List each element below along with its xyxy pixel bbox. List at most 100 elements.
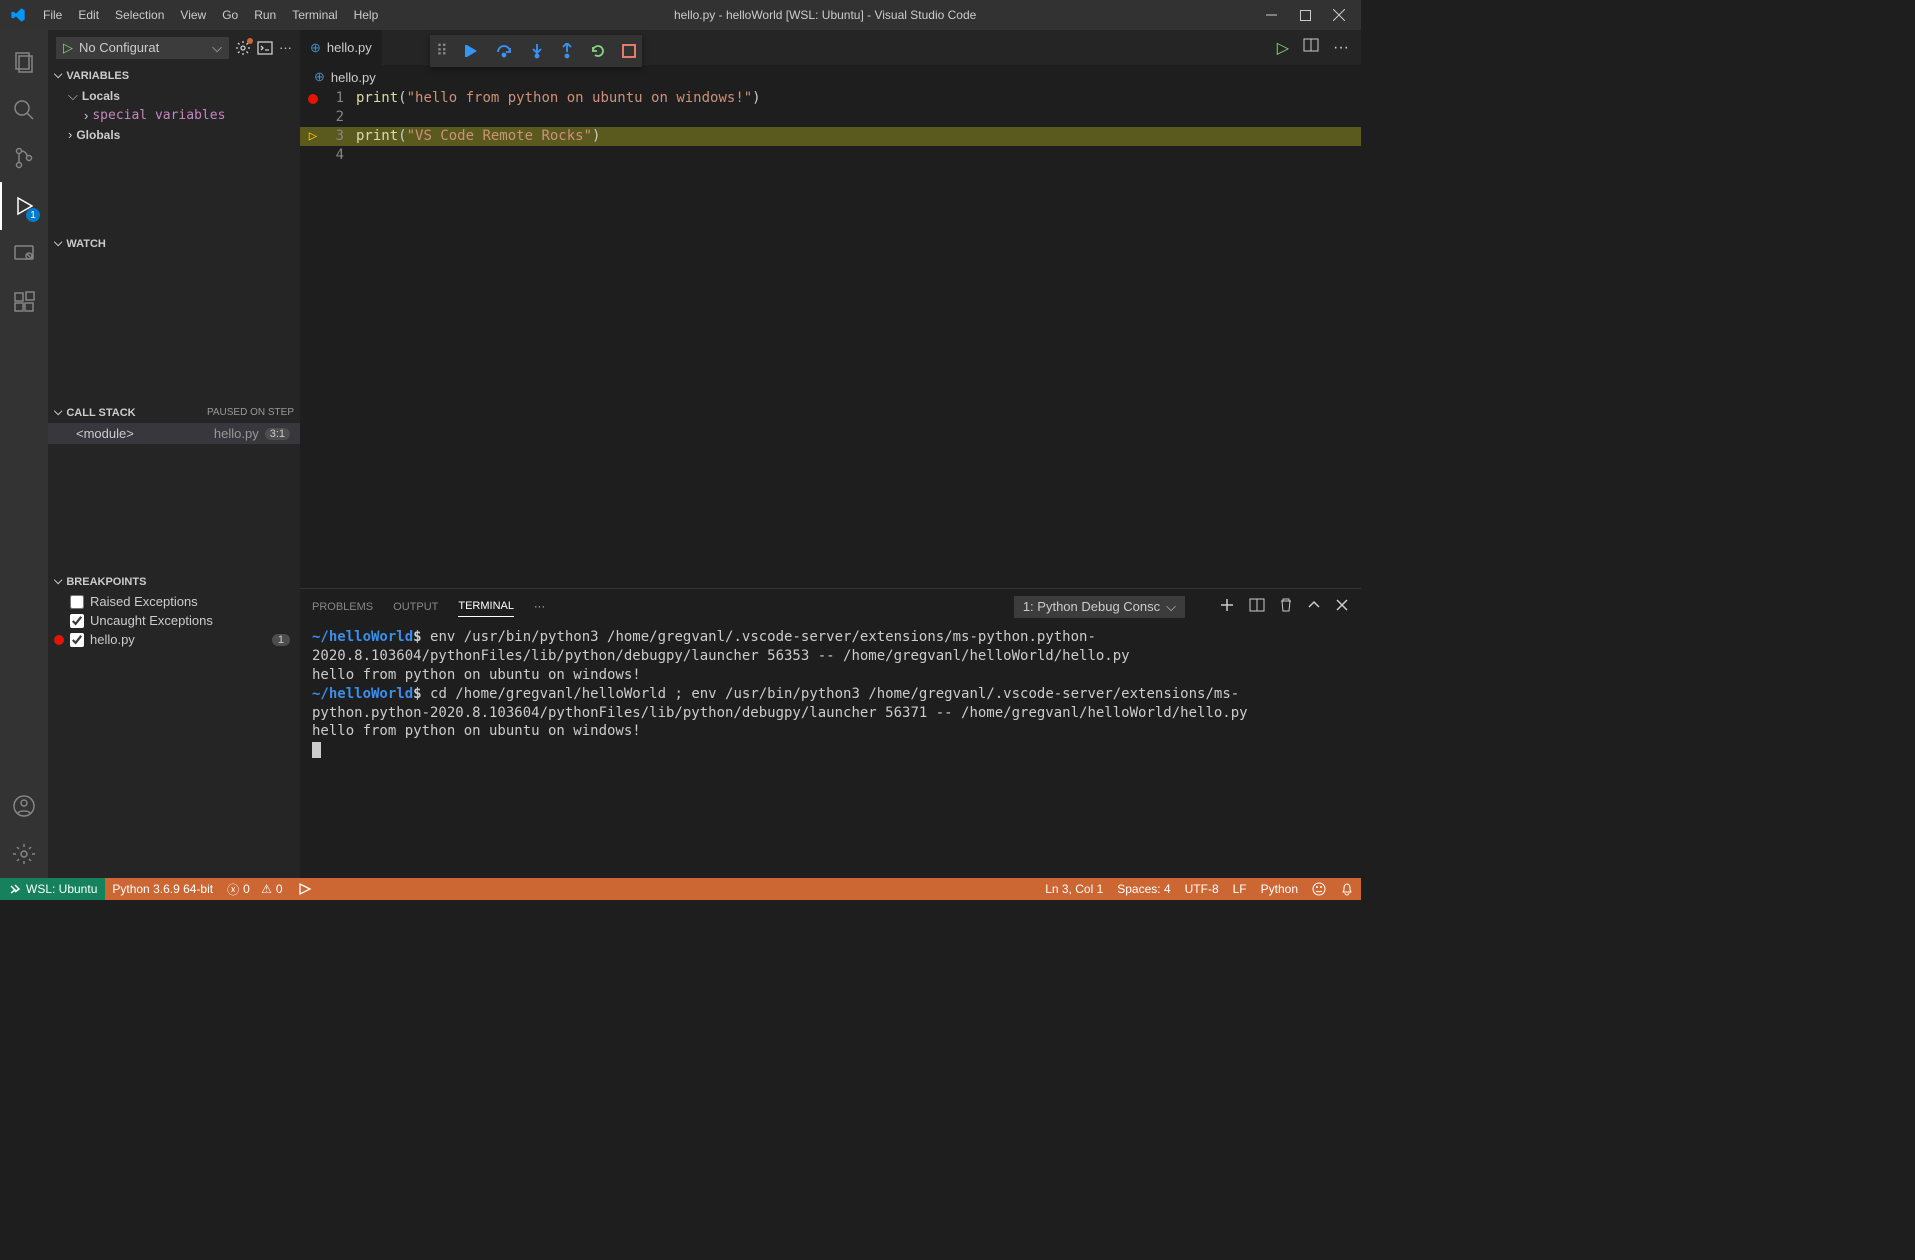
editor-area: ⊕ hello.py ▷ ··· ⊕ hello.py 1 print("hel… [300,30,1361,878]
line-number: 3 [326,127,356,146]
remote-icon [8,881,22,898]
run-file-icon[interactable]: ▷ [1277,38,1289,58]
menu-terminal[interactable]: Terminal [284,8,345,22]
tab-label: hello.py [327,40,372,55]
menu-go[interactable]: Go [214,8,246,22]
breakpoint-file[interactable]: hello.py1 [48,630,300,649]
status-errors[interactable]: ⓧ0 ⚠0 [220,878,290,900]
debug-sidebar: ▷ No Configurat ⌵ ··· ⌵ VARIABLES ⌵Local… [48,30,300,878]
panel-tab-output[interactable]: OUTPUT [393,597,438,617]
activity-explorer-icon[interactable] [0,38,48,86]
more-icon[interactable]: ··· [534,601,545,613]
code-editor[interactable]: 1 print("hello from python on ubuntu on … [300,89,1361,588]
panel-tab-terminal[interactable]: TERMINAL [458,596,514,617]
frame-file: hello.py [214,426,259,441]
status-feedback-icon[interactable] [1305,878,1333,900]
debug-toolbar[interactable]: ⠿ [430,35,642,67]
gear-icon[interactable] [235,40,251,56]
breakpoints-section-header[interactable]: ⌵ BREAKPOINTS [48,571,300,592]
breadcrumb-file: hello.py [331,70,376,85]
menu-selection[interactable]: Selection [107,8,172,22]
panel-tab-problems[interactable]: PROBLEMS [312,597,373,617]
debug-console-icon[interactable] [257,40,273,56]
line-number: 4 [326,146,356,165]
variables-section-header[interactable]: ⌵ VARIABLES [48,65,300,86]
close-panel-icon[interactable] [1335,598,1349,615]
menu-view[interactable]: View [172,8,214,22]
activity-search-icon[interactable] [0,86,48,134]
status-debug-start-icon[interactable] [290,878,320,900]
watch-label: WATCH [66,238,106,250]
status-python[interactable]: Python 3.6.9 64-bit [105,878,220,900]
breakpoint-dot-icon[interactable] [308,94,318,104]
debug-config-dropdown[interactable]: ▷ No Configurat ⌵ [56,37,229,59]
warning-icon: ⚠ [261,882,272,896]
activity-accounts-icon[interactable] [0,782,48,830]
status-encoding[interactable]: UTF-8 [1178,878,1226,900]
debug-config-label: No Configurat [79,40,159,55]
continue-icon[interactable] [464,43,480,59]
breadcrumb[interactable]: ⊕ hello.py [300,65,1361,89]
restart-icon[interactable] [590,43,606,59]
paused-label: PAUSED ON STEP [207,407,294,418]
step-out-icon[interactable] [560,43,574,59]
watch-section-header[interactable]: ⌵ WATCH [48,233,300,254]
statusbar: WSL: Ubuntu Python 3.6.9 64-bit ⓧ0 ⚠0 Ln… [0,878,1361,900]
new-terminal-icon[interactable] [1219,597,1235,616]
menu-run[interactable]: Run [246,8,284,22]
activity-remote-icon[interactable] [0,230,48,278]
terminal-selector[interactable]: 1: Python Debug Consc⌵ [1014,596,1185,618]
breakpoint-raised[interactable]: Raised Exceptions [48,592,300,611]
window-maximize-icon[interactable] [1298,10,1312,21]
status-position[interactable]: Ln 3, Col 1 [1038,878,1110,900]
activity-settings-icon[interactable] [0,830,48,878]
activity-debug-icon[interactable]: 1 [0,182,48,230]
chevron-down-icon: ⌵ [212,40,222,56]
chevron-down-icon: ⌵ [54,237,62,250]
checkbox[interactable] [70,595,84,609]
status-language[interactable]: Python [1254,878,1305,900]
breakpoint-count: 1 [272,634,290,646]
chevron-down-icon: ⌵ [54,69,62,82]
window-close-icon[interactable] [1332,9,1346,21]
terminal-cursor [312,742,321,758]
variable-scope-locals[interactable]: ⌵Locals [48,86,300,106]
maximize-panel-icon[interactable] [1307,598,1321,615]
error-icon: ⓧ [227,881,239,898]
split-editor-icon[interactable] [1303,37,1319,58]
step-over-icon[interactable] [496,43,514,59]
menu-help[interactable]: Help [346,8,387,22]
callstack-section-header[interactable]: ⌵ CALL STACK PAUSED ON STEP [48,402,300,423]
callstack-label: CALL STACK [66,407,135,419]
line-number: 1 [326,89,356,108]
kill-terminal-icon[interactable] [1279,597,1293,616]
status-notifications-icon[interactable] [1333,878,1361,900]
python-file-icon: ⊕ [310,40,321,56]
breakpoint-uncaught[interactable]: Uncaught Exceptions [48,611,300,630]
stop-icon[interactable] [622,44,636,58]
more-icon[interactable]: ··· [279,40,292,55]
editor-tab-hello[interactable]: ⊕ hello.py [300,30,383,65]
window-minimize-icon[interactable] [1264,10,1278,21]
variable-scope-globals[interactable]: ›Globals [48,125,300,144]
menu-file[interactable]: File [35,8,70,22]
callstack-frame[interactable]: <module> hello.py 3:1 [48,423,300,444]
drag-grip-icon[interactable]: ⠿ [436,41,448,61]
bottom-panel: PROBLEMS OUTPUT TERMINAL ··· 1: Python D… [300,588,1361,878]
status-spaces[interactable]: Spaces: 4 [1110,878,1177,900]
terminal-content[interactable]: ~/helloWorld$ env /usr/bin/python3 /home… [300,624,1361,878]
activity-sourcecontrol-icon[interactable] [0,134,48,182]
menu-edit[interactable]: Edit [70,8,107,22]
status-eol[interactable]: LF [1226,878,1254,900]
checkbox[interactable] [70,633,84,647]
frame-name: <module> [58,426,214,441]
variable-special[interactable]: ›special variables [48,106,300,125]
status-remote[interactable]: WSL: Ubuntu [0,878,105,900]
chevron-down-icon: ⌵ [68,88,78,104]
step-into-icon[interactable] [530,43,544,59]
python-file-icon: ⊕ [314,69,325,85]
activity-extensions-icon[interactable] [0,278,48,326]
more-icon[interactable]: ··· [1333,39,1349,57]
checkbox[interactable] [70,614,84,628]
split-terminal-icon[interactable] [1249,597,1265,616]
